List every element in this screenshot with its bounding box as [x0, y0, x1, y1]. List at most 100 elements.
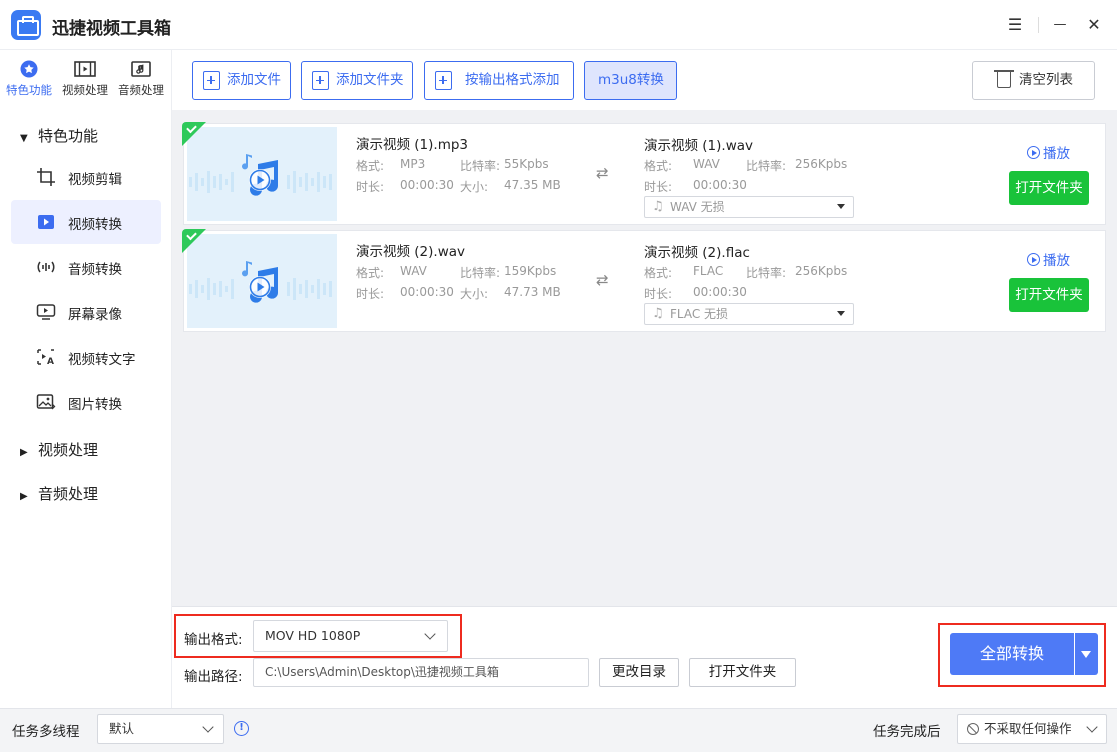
nav-item-label: 视频转换 — [68, 217, 122, 233]
output-option-select[interactable]: ♫ FLAC 无损 — [644, 303, 854, 325]
button-label: 添加文件夹 — [336, 72, 404, 88]
title-separator — [1038, 17, 1039, 33]
output-option-value: FLAC 无损 — [670, 307, 729, 321]
nav-item-screen-record[interactable]: 屏幕录像 — [11, 290, 161, 334]
app-title: 迅捷视频工具箱 — [52, 19, 171, 39]
tree-group-audio[interactable]: ▶ 音频处理 — [20, 483, 98, 504]
output-format-label: 输出格式: — [184, 632, 243, 648]
output-file-name: 演示视频 (2).flac — [644, 245, 750, 261]
m3u8-convert-button[interactable]: m3u8转换 — [584, 61, 677, 100]
play-label: 播放 — [1043, 253, 1070, 269]
tree-group-video[interactable]: ▶ 视频处理 — [20, 439, 98, 460]
meta-label: 格式: — [644, 159, 673, 173]
convert-arrow-icon: ⇄ — [596, 271, 609, 289]
output-option-select[interactable]: ♫ WAV 无损 — [644, 196, 854, 218]
close-button[interactable]: ✕ — [1082, 13, 1106, 37]
meta-label: 格式: — [644, 266, 673, 280]
nav-item-audio-convert[interactable]: 音频转换 — [11, 245, 161, 289]
audio-wave-icon — [36, 257, 56, 277]
add-file-button[interactable]: 添加文件 — [192, 61, 291, 100]
after-task-value: 不采取任何操作 — [984, 721, 1072, 736]
output-file-name: 演示视频 (1).wav — [644, 138, 754, 154]
output-path-input[interactable]: C:\Users\Admin\Desktop\迅捷视频工具箱 — [253, 658, 589, 687]
image-icon — [36, 392, 56, 412]
meta-label: 格式: — [356, 266, 385, 280]
source-bitrate: 159Kpbs — [504, 264, 557, 278]
add-by-format-button[interactable]: 按输出格式添加 — [424, 61, 574, 100]
audio-thumbnail — [187, 127, 337, 221]
nav-item-image-convert[interactable]: 图片转换 — [11, 380, 161, 424]
meta-label: 比特率: — [746, 266, 787, 280]
music-note-icon: ♫ — [652, 306, 664, 321]
crop-icon — [36, 167, 56, 187]
tree-group-featured[interactable]: ▼ 特色功能 — [20, 125, 98, 146]
play-circle-icon — [1027, 253, 1040, 266]
multithread-value: 默认 — [109, 721, 135, 736]
convert-options-dropdown[interactable] — [1075, 633, 1098, 675]
category-tab-audio[interactable]: 音频处理 — [113, 60, 169, 98]
output-format-select[interactable]: MOV HD 1080P — [253, 620, 448, 652]
output-format: WAV — [693, 157, 720, 171]
meta-label: 大小: — [460, 180, 489, 194]
meta-label: 比特率: — [460, 266, 501, 280]
output-bitrate: 256Kpbs — [795, 264, 848, 278]
chevron-down-icon — [424, 628, 436, 640]
multithread-label: 任务多线程 — [12, 724, 80, 740]
chevron-down-icon — [202, 721, 214, 733]
meta-label: 时长: — [356, 180, 385, 194]
category-tab-featured[interactable]: 特色功能 — [1, 60, 57, 98]
source-file-name: 演示视频 (2).wav — [356, 244, 466, 260]
nav-item-video-to-text[interactable]: A 视频转文字 — [11, 335, 161, 379]
play-button[interactable]: 播放 — [1027, 142, 1070, 162]
open-output-folder-button[interactable]: 打开文件夹 — [689, 658, 796, 687]
add-file-icon — [203, 71, 220, 90]
output-format: FLAC — [693, 264, 724, 278]
category-tab-video[interactable]: 视频处理 — [57, 60, 113, 98]
play-circle-icon — [1027, 146, 1040, 159]
status-bar: 任务多线程 默认 ! 任务完成后 不采取任何操作 — [0, 708, 1117, 752]
menu-icon[interactable]: ☰ — [1003, 13, 1027, 37]
open-folder-button[interactable]: 打开文件夹 — [1009, 278, 1089, 312]
film-icon — [74, 60, 96, 78]
multithread-select[interactable]: 默认 — [97, 714, 224, 744]
output-option-value: WAV 无损 — [670, 200, 725, 214]
nav-item-video-convert[interactable]: 视频转换 — [11, 200, 161, 244]
play-button[interactable]: 播放 — [1027, 249, 1070, 269]
category-tab-label: 视频处理 — [62, 83, 108, 97]
convert-all-button[interactable]: 全部转换 — [950, 633, 1074, 675]
clear-list-button[interactable]: 清空列表 — [972, 61, 1095, 100]
source-duration: 00:00:30 — [400, 285, 454, 299]
nav-item-label: 屏幕录像 — [68, 307, 122, 323]
file-row[interactable]: 演示视频 (2).wav 格式: WAV 比特率: 159Kpbs 时长: 00… — [182, 229, 1106, 332]
add-folder-button[interactable]: 添加文件夹 — [301, 61, 413, 100]
nav-item-label: 图片转换 — [68, 397, 122, 413]
open-folder-button[interactable]: 打开文件夹 — [1009, 171, 1089, 205]
tree-group-label: 特色功能 — [38, 127, 99, 145]
source-size: 47.35 MB — [504, 178, 561, 192]
minimize-button[interactable]: — — [1048, 13, 1072, 37]
nav-item-video-edit[interactable]: 视频剪辑 — [11, 155, 161, 199]
sidebar: 特色功能 视频处理 音频处理 ▼ 特色功能 视频剪辑 视频转换 音频转换 屏幕录… — [0, 50, 172, 708]
nav-item-label: 音频转换 — [68, 262, 122, 278]
meta-label: 时长: — [644, 287, 673, 301]
category-tab-label: 音频处理 — [118, 83, 164, 97]
file-row[interactable]: 演示视频 (1).mp3 格式: MP3 比特率: 55Kpbs 时长: 00:… — [182, 122, 1106, 225]
output-duration: 00:00:30 — [693, 285, 747, 299]
source-size: 47.73 MB — [504, 285, 561, 299]
star-icon — [18, 60, 40, 78]
category-tab-label: 特色功能 — [6, 83, 52, 97]
info-icon[interactable]: ! — [234, 721, 249, 736]
music-video-icon — [242, 154, 278, 196]
music-note-icon: ♫ — [652, 199, 664, 214]
change-directory-button[interactable]: 更改目录 — [599, 658, 679, 687]
after-task-select[interactable]: 不采取任何操作 — [957, 714, 1107, 744]
meta-label: 格式: — [356, 159, 385, 173]
output-format-value: MOV HD 1080P — [265, 628, 361, 643]
nav-item-label: 视频剪辑 — [68, 172, 122, 188]
video-to-text-icon: A — [36, 347, 56, 367]
meta-label: 时长: — [356, 287, 385, 301]
toolbar: 添加文件 添加文件夹 按输出格式添加 m3u8转换 清空列表 — [172, 50, 1117, 110]
source-format: MP3 — [400, 157, 426, 171]
music-file-icon — [130, 60, 152, 78]
meta-label: 比特率: — [746, 159, 787, 173]
